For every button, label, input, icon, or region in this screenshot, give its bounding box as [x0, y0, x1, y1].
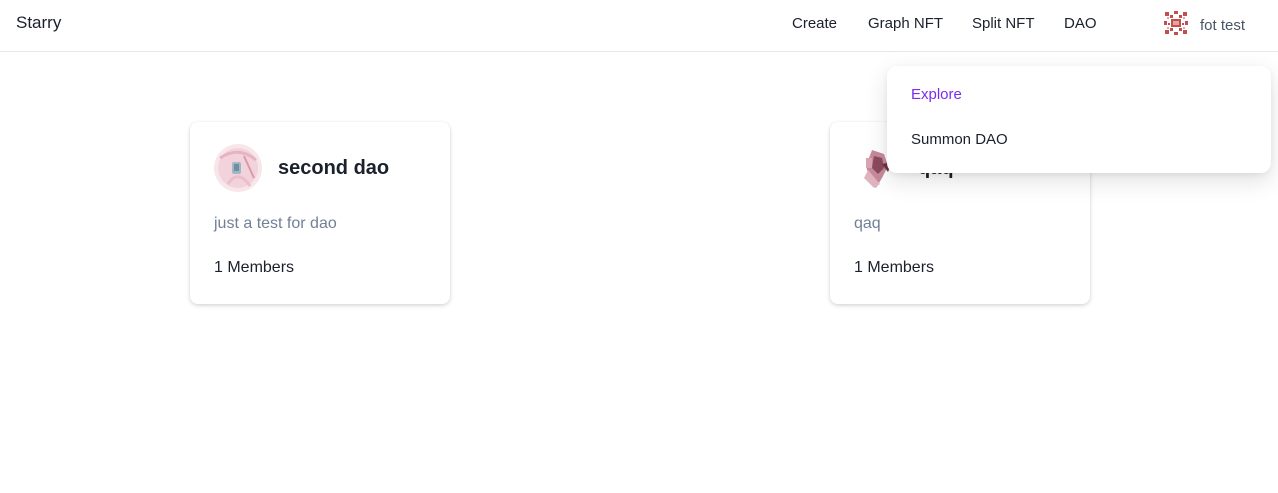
top-navbar: Starry Create Graph NFT Split NFT DAO fo…: [0, 0, 1278, 52]
dao-card[interactable]: second dao just a test for dao 1 Members: [190, 122, 450, 304]
nav-split-nft[interactable]: Split NFT: [972, 15, 1035, 32]
dao-avatar-art-icon: [214, 144, 262, 192]
nav-create[interactable]: Create: [792, 15, 837, 32]
nav-graph-nft[interactable]: Graph NFT: [868, 15, 943, 32]
dao-member-count: 1 Members: [854, 259, 935, 276]
user-name: fot test: [1200, 17, 1246, 34]
menu-item-summon-dao[interactable]: Summon DAO: [911, 131, 1008, 148]
dao-dropdown-menu: Explore Summon DAO: [887, 66, 1271, 173]
user-avatar-icon: [1163, 10, 1189, 41]
dao-avatar: [214, 144, 262, 192]
dao-name: second dao: [278, 157, 390, 179]
dao-member-count: 1 Members: [214, 259, 295, 276]
dao-description: qaq: [854, 215, 881, 232]
nav-dao[interactable]: DAO: [1064, 15, 1097, 32]
dao-description: just a test for dao: [214, 215, 337, 232]
brand-logo[interactable]: Starry: [16, 13, 61, 33]
user-menu[interactable]: fot test: [1163, 10, 1245, 41]
menu-item-explore[interactable]: Explore: [911, 86, 962, 103]
